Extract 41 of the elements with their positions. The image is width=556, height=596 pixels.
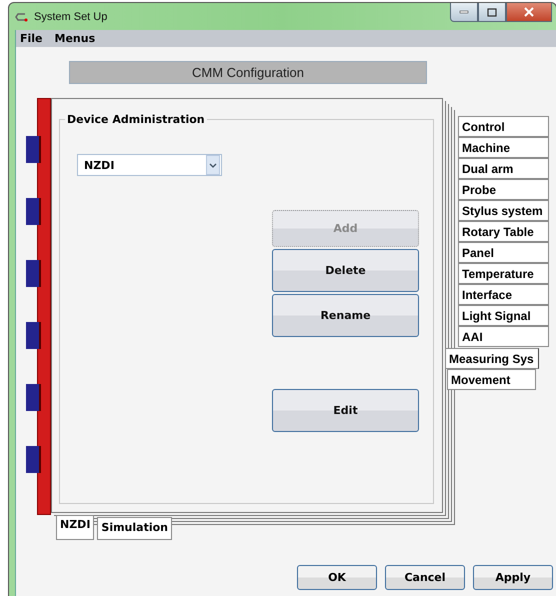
dialog-button[interactable]: Apply [473,565,553,590]
dialog-button[interactable]: OK [297,565,377,590]
app-logo-icon [15,12,29,22]
action-button[interactable]: Rename [272,294,419,337]
page-tab[interactable]: Control [458,116,549,137]
side-tab[interactable] [26,198,41,225]
side-tab[interactable] [26,260,41,287]
side-tab[interactable] [26,446,41,473]
close-button[interactable] [506,3,552,22]
page-tab[interactable]: Machine [458,137,549,158]
action-button[interactable]: Delete [272,249,419,292]
page-tab[interactable]: NZDI [56,515,94,540]
menu-item[interactable]: File [20,32,43,45]
page-tab[interactable]: Temperature [458,263,549,284]
device-dropdown[interactable]: NZDI [77,154,222,176]
page-tab[interactable]: Movement [447,369,536,390]
page-tab[interactable]: Light Signal [458,305,549,326]
minimize-button[interactable] [450,3,478,22]
action-button[interactable]: Edit [272,389,419,432]
page-tab[interactable]: AAI [458,326,549,347]
maximize-button[interactable] [478,3,506,22]
page-tab[interactable]: Probe [458,179,549,200]
chevron-down-icon [209,162,217,168]
section-header: CMM Configuration [69,61,427,84]
side-tab[interactable] [26,136,41,163]
minimize-icon [459,10,469,14]
window-title: System Set Up [34,10,108,22]
page-tab[interactable]: Dual arm [458,158,549,179]
side-tab[interactable] [26,322,41,349]
menu-item[interactable]: Menus [54,32,96,45]
dialog-button[interactable]: Cancel [385,565,465,590]
close-icon [523,7,535,17]
page-tab[interactable]: Simulation [97,517,172,540]
page-tab[interactable]: Panel [458,242,549,263]
maximize-icon [487,8,497,16]
page-tab[interactable]: Measuring Sys [445,348,539,369]
page-tab[interactable]: Rotary Table [458,221,549,242]
page-tab[interactable]: Stylus system [458,200,549,221]
group-title: Device Administration [66,113,206,126]
side-tab[interactable] [26,384,41,411]
page-tab[interactable]: Interface [458,284,549,305]
